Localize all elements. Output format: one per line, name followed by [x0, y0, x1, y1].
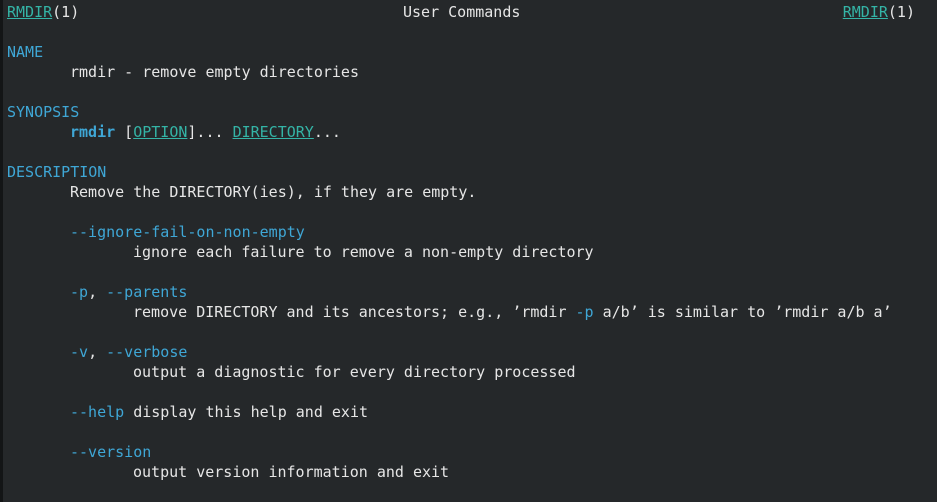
option-parents-desc-before: remove DIRECTORY and its ancestors; e.g.… — [133, 303, 576, 321]
header-right: RMDIR(1) — [843, 2, 915, 22]
synopsis-directory-link[interactable]: DIRECTORY — [233, 123, 314, 141]
option-parents-flags: -p, --parents — [7, 282, 937, 302]
synopsis-option-link[interactable]: OPTION — [133, 123, 187, 141]
option-parents-short: -p — [70, 283, 89, 301]
name-description: rmdir - remove empty directories — [70, 63, 359, 81]
header-title: User Commands — [403, 3, 521, 21]
option-verbose-flags: -v, --verbose — [7, 342, 937, 362]
option-ignore-fail-desc: ignore each failure to remove a non-empt… — [133, 243, 594, 261]
header-left-link[interactable]: RMDIR — [7, 3, 52, 21]
option-parents-long: --parents — [106, 283, 188, 301]
option-parents-desc-flag: -p — [575, 303, 594, 321]
option-help-line: --help display this help and exit — [7, 402, 937, 422]
option-version-flag: --version — [70, 443, 152, 461]
man-page: RMDIR(1) User Commands RMDIR(1) NAME rmdir… — [7, 2, 937, 482]
man-header: RMDIR(1) User Commands RMDIR(1) — [7, 2, 937, 22]
section-synopsis-heading: SYNOPSIS — [7, 103, 80, 121]
synopsis-open-bracket: [ — [115, 123, 134, 141]
header-left-section: (1) — [52, 3, 80, 21]
option-parents-sep: , — [88, 283, 107, 301]
header-right-link[interactable]: RMDIR — [843, 3, 888, 21]
synopsis-line: rmdir [OPTION]... DIRECTORY... — [7, 122, 937, 142]
option-ignore-fail-flag: --ignore-fail-on-non-empty — [70, 223, 305, 241]
option-help-flag: --help — [70, 403, 125, 421]
section-name-heading: NAME — [7, 43, 44, 61]
option-verbose-short: -v — [70, 343, 89, 361]
option-parents-desc: remove DIRECTORY and its ancestors; e.g.… — [7, 302, 937, 322]
option-verbose-desc: output a diagnostic for every directory … — [133, 363, 576, 381]
option-help-desc: display this help and exit — [124, 403, 369, 421]
header-right-section: (1) — [887, 3, 915, 21]
option-parents-desc-after: a/b’ is similar to ’rmdir a/b a’ — [593, 303, 892, 321]
option-verbose-long: --verbose — [106, 343, 188, 361]
synopsis-ellipsis: ... — [313, 123, 341, 141]
option-verbose-sep: , — [88, 343, 107, 361]
synopsis-close-bracket: ]... — [187, 123, 233, 141]
synopsis-command: rmdir — [70, 123, 116, 141]
terminal-left-edge — [0, 0, 3, 502]
option-version-desc: output version information and exit — [133, 463, 450, 481]
section-description-heading: DESCRIPTION — [7, 163, 107, 181]
description-intro: Remove the DIRECTORY(ies), if they are e… — [70, 183, 477, 201]
